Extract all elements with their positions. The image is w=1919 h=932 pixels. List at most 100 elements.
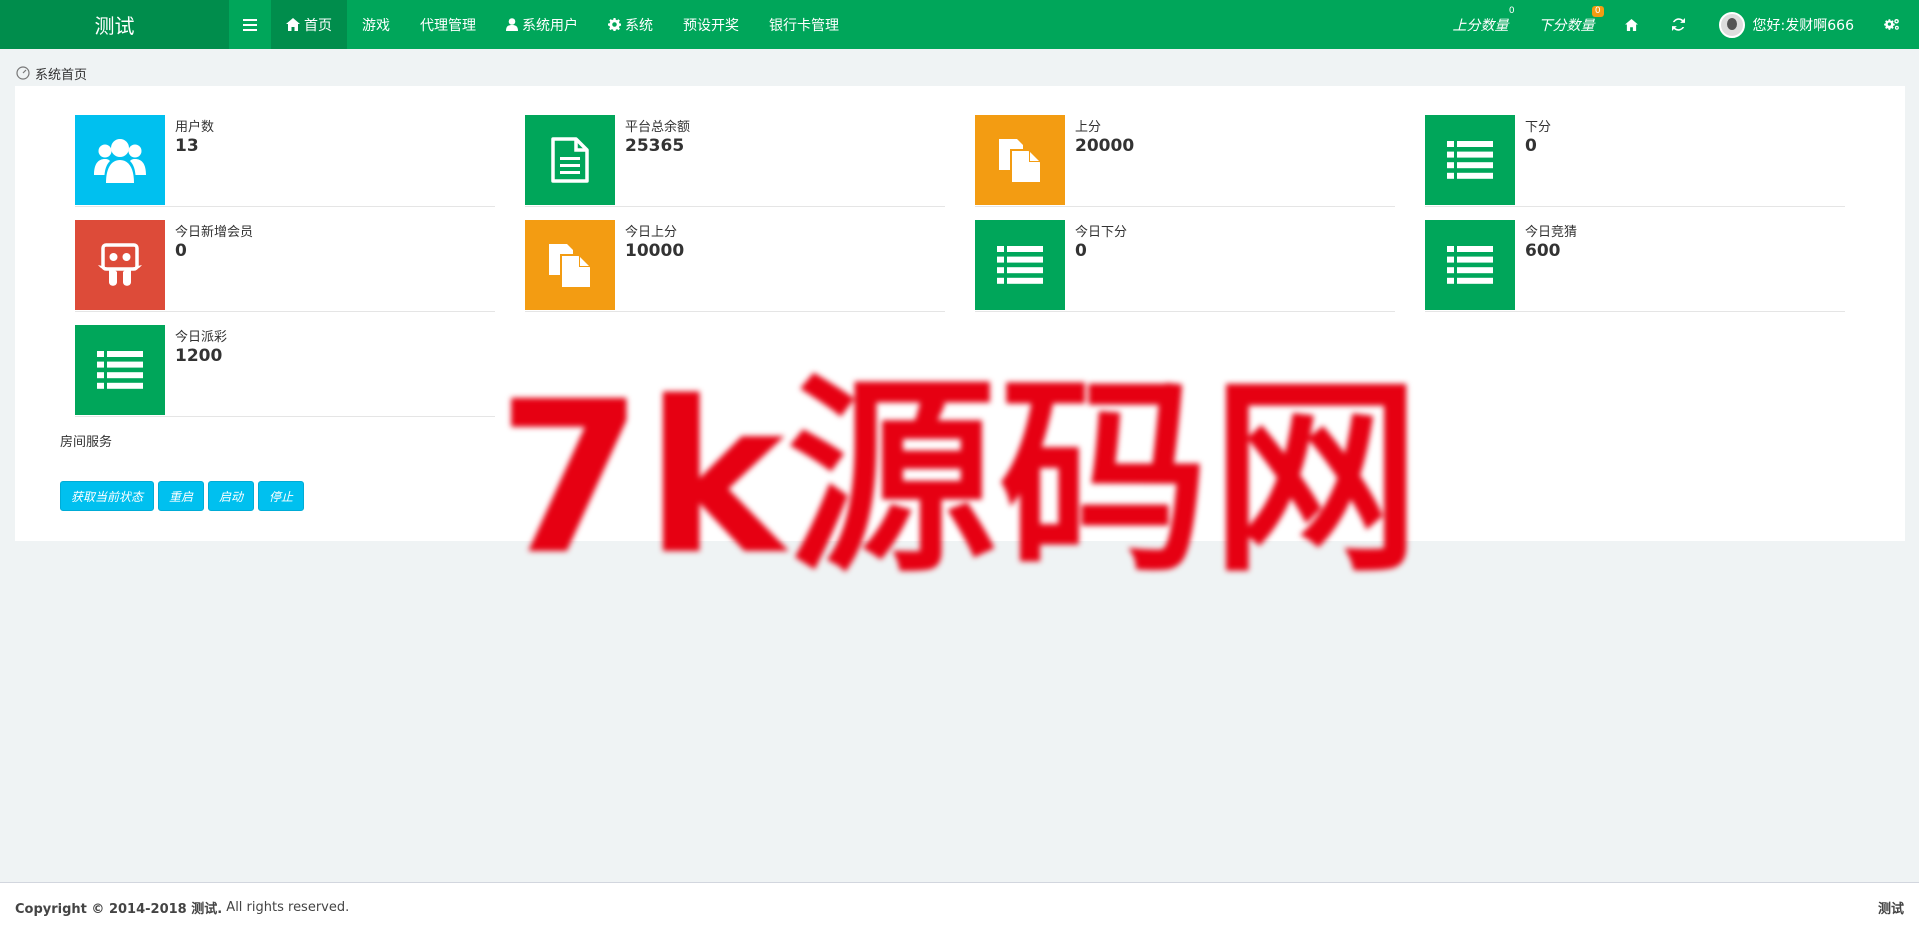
info-box-number: 25365 xyxy=(625,136,685,156)
list-icon xyxy=(97,351,143,389)
info-box-icon-bg xyxy=(75,325,165,415)
sidebar-toggle-button[interactable] xyxy=(229,0,271,49)
info-box-content: 今日竞猜 600 xyxy=(1525,225,1577,261)
home-shortcut-button[interactable] xyxy=(1610,0,1657,49)
info-box-up-score-today: 今日上分 10000 xyxy=(525,220,945,312)
home-icon xyxy=(1624,18,1638,31)
user-greeting: 您好:发财啊666 xyxy=(1752,17,1854,34)
avatar xyxy=(1718,11,1745,38)
user-icon xyxy=(506,18,518,31)
info-box-icon-bg xyxy=(525,115,615,205)
breadcrumb: 系统首页 xyxy=(16,64,87,83)
list-icon xyxy=(997,246,1043,284)
info-box-number: 0 xyxy=(175,241,187,261)
footer-copyright: Copyright © 2014-2018 测试. xyxy=(15,902,223,917)
info-box-number: 1200 xyxy=(175,346,223,366)
info-box-icon-bg xyxy=(75,220,165,310)
info-box-down-score-today: 今日下分 0 xyxy=(975,220,1395,312)
up-count-badge: 0 xyxy=(1508,5,1515,16)
room-service-actions: 获取当前状态 重启 启动 停止 xyxy=(60,481,305,511)
refresh-icon xyxy=(1671,18,1685,31)
nav-bank-card-management[interactable]: 银行卡管理 xyxy=(754,0,854,49)
home-icon xyxy=(286,18,300,31)
nav-bank-card-management-label: 银行卡管理 xyxy=(769,17,839,34)
up-count-wrap: 上分数量 0 xyxy=(1452,6,1515,35)
info-box-up-score: 上分 20000 xyxy=(975,115,1395,207)
dashboard-icon xyxy=(16,66,30,80)
info-box-content: 今日派彩 1200 xyxy=(175,330,227,366)
start-button[interactable]: 启动 xyxy=(208,481,255,511)
navbar-right: 上分数量 0 下分数量 0 您好:发财啊666 xyxy=(1438,0,1919,49)
info-box-content: 用户数 13 xyxy=(175,120,214,156)
info-box-label: 今日竞猜 xyxy=(1525,225,1578,240)
brand-logo[interactable]: 测试 xyxy=(0,0,229,49)
nav-games[interactable]: 游戏 xyxy=(347,0,405,49)
top-navbar: 测试 首页 游戏 代理管理 系统用户 系统 预设开奖 银行卡管理 上分数量 0 … xyxy=(0,0,1919,49)
footer-rights: All rights reserved. xyxy=(222,900,350,915)
info-box-icon-bg xyxy=(1425,115,1515,205)
info-box-content: 今日新增会员 0 xyxy=(175,225,253,261)
info-box-number: 0 xyxy=(1525,136,1537,156)
nav-home[interactable]: 首页 xyxy=(271,0,347,49)
info-box-icon-bg xyxy=(975,115,1065,205)
down-count-link[interactable]: 下分数量 0 xyxy=(1524,0,1610,49)
nav-system-users-label: 系统用户 xyxy=(522,17,578,34)
info-box-icon-bg xyxy=(525,220,615,310)
info-box-label: 今日新增会员 xyxy=(175,225,254,240)
slideshare-icon xyxy=(98,243,142,286)
info-box-guess-today: 今日竞猜 600 xyxy=(1425,220,1845,312)
nav-home-label: 首页 xyxy=(304,17,332,34)
info-box-payout-today: 今日派彩 1200 xyxy=(75,325,495,417)
info-box-label: 今日派彩 xyxy=(175,330,228,345)
info-box-down-score: 下分 0 xyxy=(1425,115,1845,207)
hamburger-icon xyxy=(243,18,257,31)
footer: Copyright © 2014-2018 测试. All rights res… xyxy=(0,882,1919,932)
restart-button[interactable]: 重启 xyxy=(158,481,205,511)
info-box-number: 13 xyxy=(175,136,199,156)
file-text-icon xyxy=(551,137,589,183)
get-status-button[interactable]: 获取当前状态 xyxy=(60,481,155,511)
nav-system[interactable]: 系统 xyxy=(593,0,668,49)
info-box-label: 平台总余额 xyxy=(625,120,691,135)
nav-agent-management[interactable]: 代理管理 xyxy=(405,0,491,49)
nav-system-label: 系统 xyxy=(625,17,653,34)
info-box-icon-bg xyxy=(1425,220,1515,310)
info-box-label: 下分 xyxy=(1525,120,1552,135)
gears-icon xyxy=(1884,18,1899,30)
up-count-link[interactable]: 上分数量 0 xyxy=(1438,0,1524,49)
info-box-number: 600 xyxy=(1525,241,1561,261)
files-icon xyxy=(999,139,1042,183)
settings-button[interactable] xyxy=(1869,0,1919,49)
info-box-content: 平台总余额 25365 xyxy=(625,120,690,156)
info-box-content: 下分 0 xyxy=(1525,120,1551,156)
stop-button[interactable]: 停止 xyxy=(258,481,305,511)
dashboard-panel: 用户数 13 平台总余额 25365 上分 20000 下分 0 今日新增会员 … xyxy=(15,86,1905,541)
nav-system-users[interactable]: 系统用户 xyxy=(491,0,593,49)
nav-agent-management-label: 代理管理 xyxy=(420,17,476,34)
files-icon xyxy=(549,244,592,288)
breadcrumb-current[interactable]: 系统首页 xyxy=(35,64,87,83)
info-box-icon-bg xyxy=(75,115,165,205)
info-box-label: 上分 xyxy=(1075,120,1102,135)
refresh-button[interactable] xyxy=(1657,0,1704,49)
info-box-content: 今日下分 0 xyxy=(1075,225,1127,261)
room-service-title: 房间服务 xyxy=(60,435,113,450)
list-icon xyxy=(1447,246,1493,284)
info-box-number: 0 xyxy=(1075,241,1087,261)
gear-icon xyxy=(608,18,621,31)
nav-games-label: 游戏 xyxy=(362,17,390,34)
users-icon xyxy=(94,139,146,183)
info-box-new-members-today: 今日新增会员 0 xyxy=(75,220,495,312)
up-count-label: 上分数量 xyxy=(1452,17,1509,34)
user-menu[interactable]: 您好:发财啊666 xyxy=(1704,0,1869,49)
down-count-label: 下分数量 xyxy=(1538,17,1595,34)
info-box-label: 今日上分 xyxy=(625,225,678,240)
info-box-content: 今日上分 10000 xyxy=(625,225,684,261)
info-box-label: 今日下分 xyxy=(1075,225,1128,240)
info-box-number: 10000 xyxy=(625,241,685,261)
nav-preset-draw[interactable]: 预设开奖 xyxy=(668,0,754,49)
down-count-badge: 0 xyxy=(1591,5,1604,17)
info-box-users: 用户数 13 xyxy=(75,115,495,207)
nav-preset-draw-label: 预设开奖 xyxy=(683,17,739,34)
info-box-content: 上分 20000 xyxy=(1075,120,1134,156)
